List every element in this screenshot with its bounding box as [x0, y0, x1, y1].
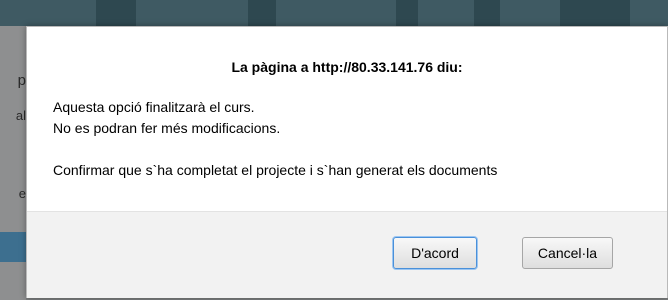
background-tile	[474, 0, 500, 26]
background-text: al	[15, 108, 26, 123]
background-header	[0, 0, 668, 26]
dialog-message: Aquesta opció finalitzarà el curs. No es…	[53, 97, 497, 181]
dialog-title: La pàgina a http://80.33.141.76 diu:	[231, 59, 463, 75]
dialog-message-spacer	[53, 139, 497, 160]
cancel-button[interactable]: Cancel·la	[522, 237, 613, 269]
background-tile	[396, 0, 418, 26]
dialog-message-line: Aquesta opció finalitzarà el curs.	[53, 99, 255, 115]
background-button	[0, 232, 26, 262]
dialog-footer: D'acord Cancel·la	[27, 211, 667, 298]
dialog-message-line: No es podran fer més modificacions.	[53, 120, 281, 136]
dialog-message-line: Confirmar que s`ha completat el projecte…	[53, 162, 498, 178]
background-text: p	[17, 72, 26, 89]
background-text: e	[18, 186, 26, 201]
background-tile	[560, 0, 630, 26]
confirm-dialog: La pàgina a http://80.33.141.76 diu: Aqu…	[26, 26, 668, 298]
ok-button[interactable]: D'acord	[393, 237, 477, 269]
background-tile	[248, 0, 276, 26]
background-tile	[96, 0, 136, 26]
